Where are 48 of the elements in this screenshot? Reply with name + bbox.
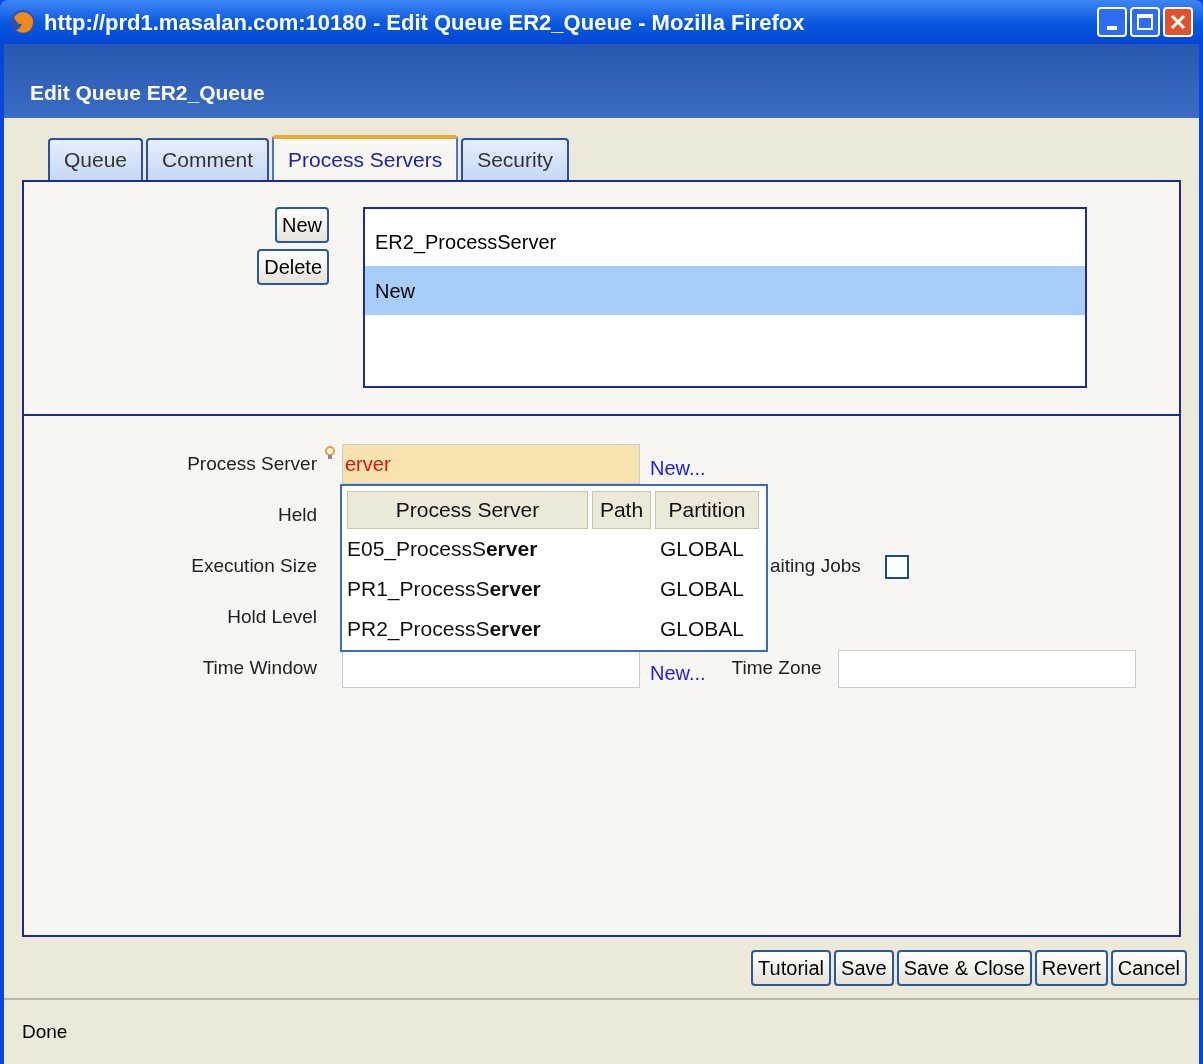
browser-logo-icon xyxy=(10,9,36,35)
table-cell-text: PR2_ProcessServer xyxy=(347,616,542,643)
suggestion-row[interactable]: PR1_ProcessServer GLOBAL xyxy=(347,569,761,609)
close-icon xyxy=(1170,14,1186,30)
status-text: Done xyxy=(22,1019,68,1044)
field-label: Hold Level xyxy=(226,605,317,630)
table-cell-text: GLOBAL xyxy=(660,576,745,603)
table-cell-text: PR1_ProcessServer xyxy=(347,576,542,603)
list-button[interactable]: Delete xyxy=(257,249,329,285)
field-label: Process Server xyxy=(186,451,317,476)
list-button[interactable]: New xyxy=(275,207,329,243)
column-header[interactable]: Path xyxy=(592,491,651,529)
list-item[interactable]: ER2_ProcessServer xyxy=(365,217,1085,266)
table-cell-text: GLOBAL xyxy=(660,616,745,643)
field-label: Held xyxy=(276,503,317,528)
column-header[interactable]: Partition xyxy=(655,491,759,529)
input-field[interactable] xyxy=(837,649,1136,688)
new-link[interactable]: New... xyxy=(650,657,706,688)
minimize-icon xyxy=(1107,26,1117,30)
table-cell-text: GLOBAL xyxy=(660,536,745,563)
close-button[interactable] xyxy=(1163,7,1193,37)
dialog-button[interactable]: Tutorial xyxy=(751,949,832,986)
column-header[interactable]: Process Server xyxy=(347,491,588,529)
minimize-button[interactable] xyxy=(1097,7,1127,37)
suggestion-row[interactable]: E05_ProcessServer GLOBAL xyxy=(347,529,761,569)
list-item[interactable]: New xyxy=(365,266,1085,315)
dialog-button[interactable]: Revert xyxy=(1034,949,1108,986)
table-cell-text: E05_ProcessServer xyxy=(347,536,539,563)
dialog-title: Edit Queue ER2_Queue xyxy=(30,80,265,107)
maximize-button[interactable] xyxy=(1130,7,1160,37)
checkbox[interactable] xyxy=(884,554,909,579)
maximize-icon xyxy=(1137,14,1153,30)
field-label: Execution Size xyxy=(190,554,317,579)
new-link[interactable]: New... xyxy=(650,453,706,483)
field-label: Time Window xyxy=(201,656,317,681)
tab[interactable]: Security xyxy=(461,138,569,180)
tab[interactable]: Queue xyxy=(48,138,144,180)
input-field[interactable]: erver xyxy=(342,444,640,484)
field-label: Time Zone xyxy=(731,656,822,681)
dialog-button[interactable]: Save xyxy=(834,949,894,986)
lightbulb-icon xyxy=(324,446,335,460)
dialog-button[interactable]: Cancel xyxy=(1110,949,1187,986)
window-title: http://prd1.masalan.com:10180 - Edit Queue ER2_Queue - Mozilla Firefox xyxy=(44,8,805,37)
dialog-button[interactable]: Save & Close xyxy=(896,949,1032,986)
field-label: aiting Jobs xyxy=(770,554,861,579)
tab[interactable]: Process Servers xyxy=(272,135,459,181)
tab[interactable]: Comment xyxy=(146,138,270,180)
suggestion-row[interactable]: PR2_ProcessServer GLOBAL xyxy=(347,609,761,649)
